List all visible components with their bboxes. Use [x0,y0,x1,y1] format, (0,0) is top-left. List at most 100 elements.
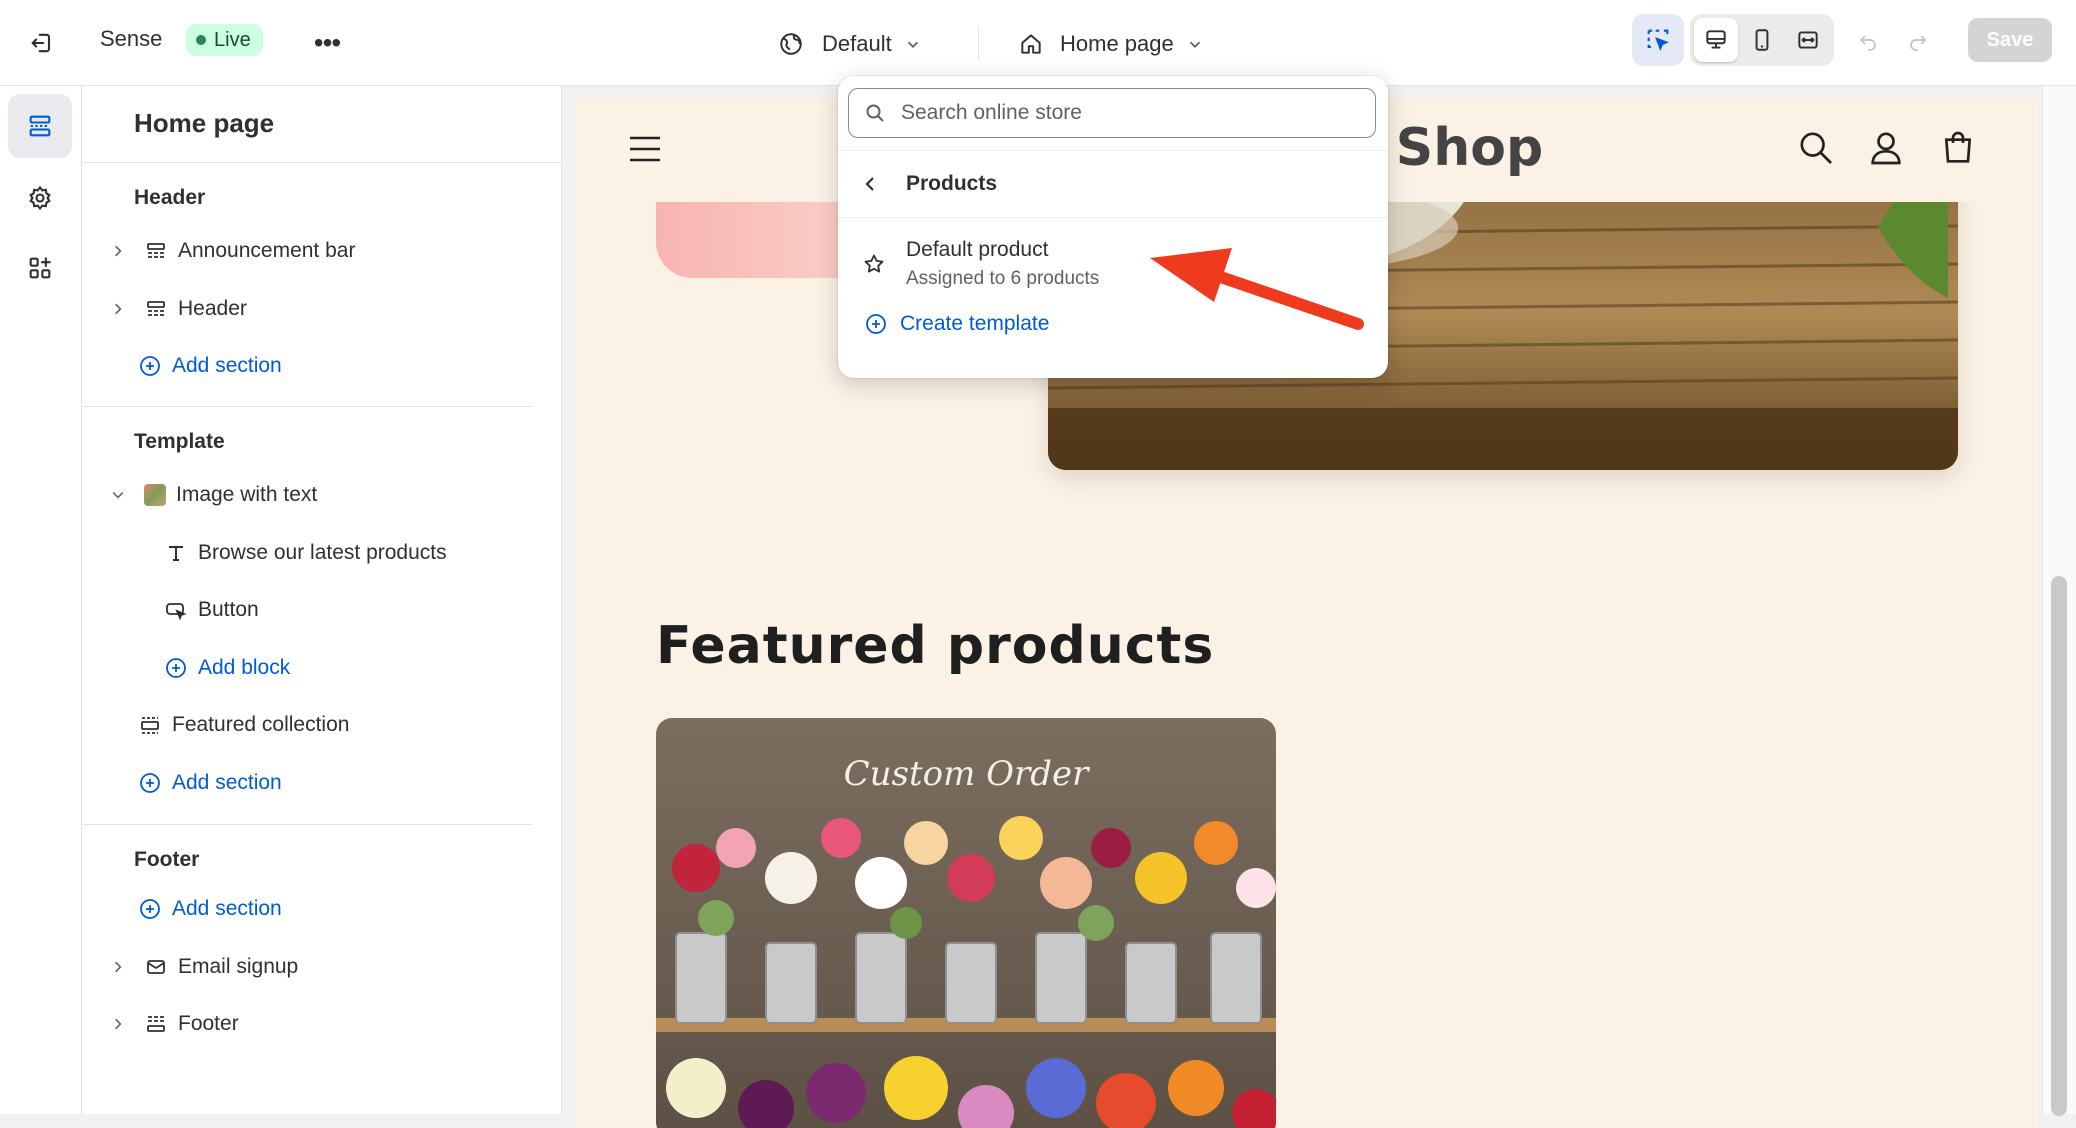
divider [82,406,532,407]
featured-products-title: Featured products [656,616,1215,676]
apps-icon [29,257,51,279]
page-selector[interactable]: Home page [1018,24,1204,64]
star-icon [864,254,884,273]
chevron-down-icon [112,492,124,499]
search-input[interactable] [899,100,1343,126]
fullwidth-view-button[interactable] [1786,18,1830,62]
search-icon[interactable] [1796,128,1836,168]
cart-icon[interactable] [1938,128,1978,168]
plus-circle-icon [138,897,162,921]
sections-sidebar: Home page Header Announcement bar Header… [82,86,562,1114]
product-card[interactable]: Custom Order [656,718,1276,1128]
fullscreen-icon [1798,31,1818,49]
chevron-down-icon [907,41,918,48]
sidebar-title: Home page [134,108,275,138]
create-template-button[interactable]: Create template [864,312,1049,336]
top-bar: Sense Live ••• Default Home page Save [0,0,2076,86]
block-button[interactable]: Button [164,590,524,630]
block-heading[interactable]: Browse our latest products [164,533,524,573]
scrollbar-thumb[interactable] [2051,576,2067,1116]
section-header[interactable]: Header [110,289,530,329]
email-icon [144,955,168,979]
theme-settings-tab[interactable] [8,166,72,230]
save-button[interactable]: Save [1968,18,2052,62]
section-image-with-text[interactable]: Image with text [110,475,530,515]
live-label: Live [214,28,251,51]
section-announcement-bar[interactable]: Announcement bar [110,231,530,271]
section-label: Announcement bar [178,239,356,262]
globe-icon [780,33,802,55]
theme-name: Sense [100,26,163,51]
add-section-footer-button[interactable]: Add section [138,889,282,929]
add-section-label: Add section [172,897,282,920]
account-icon[interactable] [1866,128,1906,168]
chevron-left-icon [865,177,874,191]
add-block-button[interactable]: Add block [164,648,290,688]
red-arrow-annotation [1140,240,1370,340]
block-label: Browse our latest products [198,541,447,564]
footer-layout-icon [144,1012,168,1036]
home-icon [1021,34,1041,54]
live-dot-icon [196,35,206,45]
undo-button[interactable] [1848,22,1888,62]
more-actions-button[interactable]: ••• [306,22,348,64]
chevron-down-icon [1189,41,1200,48]
section-label: Image with text [176,483,318,506]
exit-button[interactable] [18,20,66,66]
section-label: Footer [178,1012,239,1035]
create-template-label: Create template [900,312,1050,335]
divider [82,824,532,825]
back-label: Products [906,172,998,195]
icon-rail [0,86,82,1114]
image-thumbnail [144,484,166,506]
preview-scrollbar[interactable] [2042,86,2076,1116]
viewport-switcher [1690,14,1834,66]
collection-icon [138,713,162,737]
locale-selector[interactable]: Default [778,24,922,64]
sections-tab[interactable] [8,94,72,158]
back-to-products-row[interactable]: Products [838,150,1388,218]
divider [82,162,562,163]
section-featured-collection[interactable]: Featured collection [138,705,538,745]
section-label: Header [178,297,247,320]
menu-icon[interactable] [628,134,662,164]
add-section-template-button[interactable]: Add section [138,763,282,803]
apps-tab[interactable] [8,236,72,300]
plus-circle-icon [164,656,188,680]
add-section-label: Add section [172,771,282,794]
desktop-view-button[interactable] [1694,18,1738,62]
add-section-header-button[interactable]: Add section [138,346,282,386]
inspector-button[interactable] [1632,14,1684,66]
section-label: Featured collection [172,713,350,736]
search-icon [866,104,884,122]
template-subtitle: Assigned to 6 products [906,268,1100,289]
undo-icon [1859,35,1876,51]
header-group-title: Header [134,186,206,209]
section-layout-icon [144,239,168,263]
redo-button[interactable] [1898,22,1938,62]
page-label: Home page [1060,31,1174,56]
section-layout-icon [144,297,168,321]
select-cursor-icon [1647,29,1669,51]
template-group-title: Template [134,430,225,453]
more-icon: ••• [313,27,341,58]
add-section-label: Add section [172,354,282,377]
mobile-view-button[interactable] [1740,18,1784,62]
block-label: Button [198,598,259,621]
text-icon [164,541,188,565]
section-footer[interactable]: Footer [110,1004,530,1044]
exit-icon [31,33,51,53]
section-email-signup[interactable]: Email signup [110,947,530,987]
chevron-right-icon [115,961,122,973]
section-label: Email signup [178,955,299,978]
topbar-divider [978,26,979,60]
search-field[interactable] [848,88,1376,138]
inspector-toggle[interactable] [1632,14,1684,66]
plus-circle-icon [138,354,162,378]
chevron-right-icon [115,303,122,315]
sections-icon [29,115,51,137]
live-badge: Live [186,24,263,56]
mobile-icon [1755,29,1769,51]
add-block-label: Add block [198,656,291,679]
locale-label: Default [822,31,892,56]
